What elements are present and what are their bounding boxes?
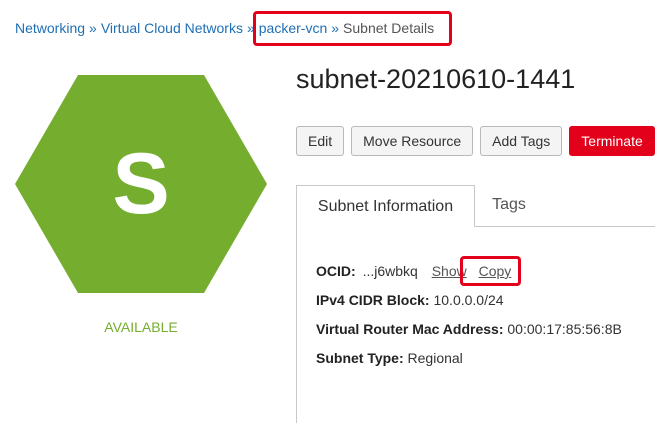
cidr-value: 10.0.0.0/24 [433,292,504,308]
breadcrumb: Networking» Virtual Cloud Networks» packer… [15,19,434,37]
breadcrumb-vcn-link[interactable]: packer-vcn [259,20,327,36]
detail-subnet-type: Subnet Type: Regional [316,350,463,366]
page-title: subnet-20210610-1441 [296,64,576,94]
add-tags-button[interactable]: Add Tags [480,126,563,156]
subnet-type-value: Regional [407,350,463,366]
detail-mac: Virtual Router Mac Address: 00:00:17:85:… [316,321,622,337]
move-resource-button[interactable]: Move Resource [351,126,474,156]
breadcrumb-current: Subnet Details [343,20,435,36]
detail-ocid: OCID: ...j6wbkq Show Copy [316,263,511,279]
tab-tags[interactable]: Tags [475,185,543,225]
status-label: AVAILABLE [104,319,178,335]
terminate-button[interactable]: Terminate [569,126,655,156]
edit-button[interactable]: Edit [296,126,345,156]
subnet-type-label: Subnet Type: [316,350,404,366]
cidr-label: IPv4 CIDR Block: [316,292,430,308]
ocid-label: OCID: [316,263,356,279]
mac-label: Virtual Router Mac Address: [316,321,504,337]
breadcrumb-separator: » [331,20,340,36]
resource-icon: S [15,75,267,293]
breadcrumb-networking-link[interactable]: Networking [15,20,85,36]
action-bar: Edit Move Resource Add Tags Terminate [296,126,655,156]
resource-icon-letter: S [112,136,170,232]
detail-cidr: IPv4 CIDR Block: 10.0.0.0/24 [316,292,504,308]
breadcrumb-separator: » [246,20,255,36]
breadcrumb-separator: » [89,20,97,36]
tab-subnet-information[interactable]: Subnet Information [296,185,475,227]
show-ocid-link[interactable]: Show [432,263,467,279]
ocid-value: ...j6wbkq [362,263,418,279]
copy-ocid-link[interactable]: Copy [479,263,512,279]
breadcrumb-vcns-link[interactable]: Virtual Cloud Networks [101,20,243,36]
mac-value: 00:00:17:85:56:8B [507,321,622,337]
tabs-divider [475,226,655,227]
